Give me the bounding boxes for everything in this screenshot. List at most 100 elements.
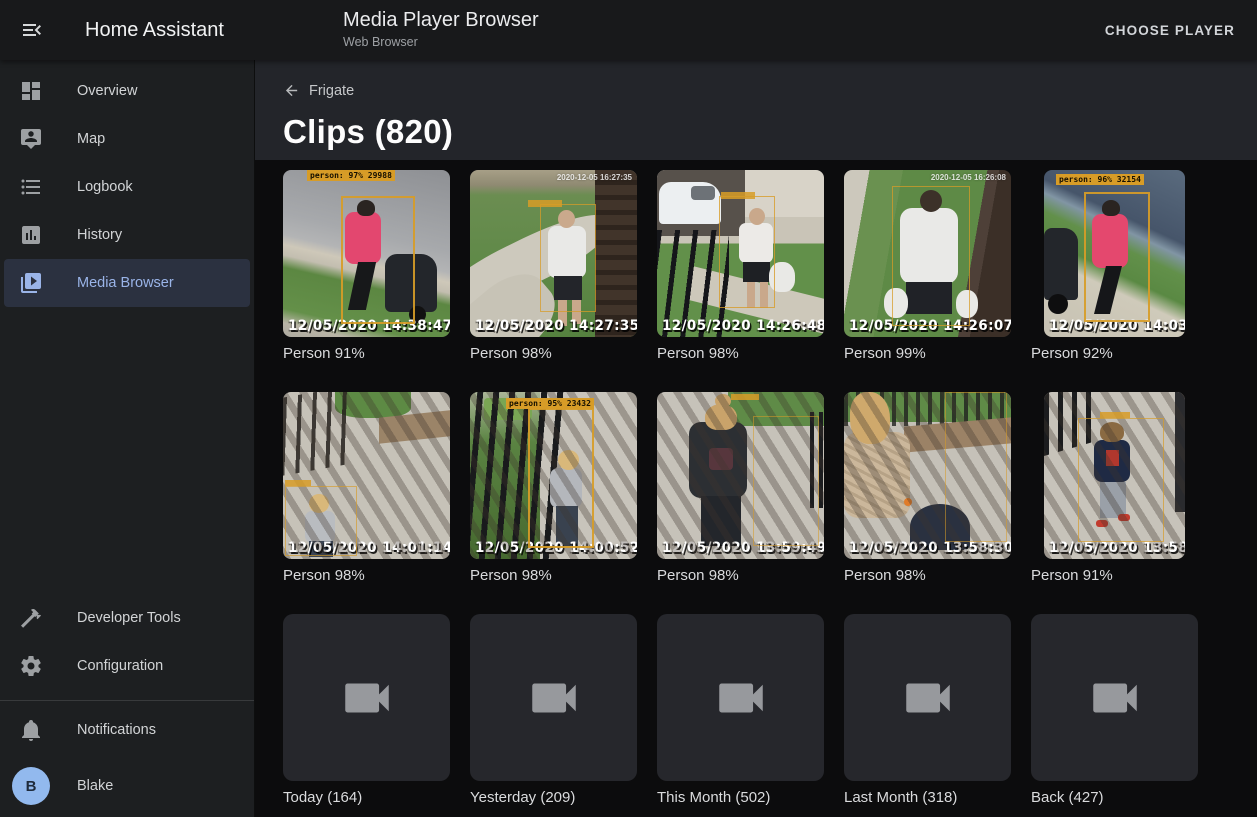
folder-caption: Back (427) (1031, 789, 1198, 806)
clip-caption: Person 98% (470, 345, 637, 362)
sidebar-item-profile[interactable]: B Blake (0, 759, 254, 813)
folder-card-today[interactable]: Today (164) (283, 614, 450, 806)
video-camera-icon (899, 669, 957, 727)
detection-label (721, 192, 755, 199)
detection-label (528, 200, 562, 207)
detection-bbox (719, 196, 775, 308)
folder-caption: Yesterday (209) (470, 789, 637, 806)
clip-card[interactable]: person: 97% 29988 12/05/2020 14:38:47 Pe… (283, 170, 450, 362)
sidebar-item-configuration[interactable]: Configuration (0, 642, 254, 690)
sidebar-item-logbook[interactable]: Logbook (0, 163, 254, 211)
detection-bbox (753, 416, 819, 546)
sidebar-item-label: History (77, 227, 122, 243)
detection-bbox (285, 486, 357, 556)
list-bulleted-icon (19, 175, 43, 199)
page-title: Clips (820) (283, 113, 1257, 151)
clip-thumbnail: person: 97% 29988 12/05/2020 14:38:47 (283, 170, 450, 337)
clip-thumbnail: 2020-12-05 16:26:08 12/05/2020 14:26:07 (844, 170, 1011, 337)
video-camera-icon (525, 669, 583, 727)
detection-label (1100, 412, 1130, 418)
clip-card[interactable]: 2020-12-05 16:27:35 12/05/2020 14:27:35 … (470, 170, 637, 362)
folder-tile (470, 614, 637, 781)
clip-card[interactable]: 12/05/2020 14:26:48 Person 98% (657, 170, 824, 362)
folder-tile (844, 614, 1011, 781)
arrow-left-icon (283, 82, 300, 99)
clip-card[interactable]: 12/05/2020 13:59:49 Person 98% (657, 392, 824, 584)
clip-card[interactable]: person: 95% 23432 12/05/2020 14:00:52 Pe… (470, 392, 637, 584)
detection-bbox (1084, 192, 1150, 322)
folder-card-this-month[interactable]: This Month (502) (657, 614, 824, 806)
folder-caption: Today (164) (283, 789, 450, 806)
clip-timestamp: 12/05/2020 14:27:35 (475, 318, 637, 335)
clip-caption: Person 98% (283, 567, 450, 584)
clip-thumbnail: 12/05/2020 13:58:17 (1044, 392, 1185, 559)
detection-bbox (528, 408, 594, 548)
clip-caption: Person 92% (1031, 345, 1198, 362)
sidebar-item-history[interactable]: History (0, 211, 254, 259)
sidebar-item-label: Map (77, 131, 105, 147)
camera-osd-timestamp: 2020-12-05 16:26:08 (931, 173, 1006, 182)
clip-caption: Person 98% (844, 567, 1011, 584)
clip-card[interactable]: 2020-12-05 16:26:08 12/05/2020 14:26:07 … (844, 170, 1011, 362)
media-player-browser-title: Media Player Browser Web Browser (343, 9, 539, 49)
sidebar-bottom: Developer Tools Configuration Notificati… (0, 594, 254, 817)
sidebar-item-map[interactable]: Map (0, 115, 254, 163)
sidebar-item-label: Logbook (77, 179, 133, 195)
camera-osd-timestamp: 2020-12-05 16:27:35 (557, 173, 632, 182)
clip-thumbnail: 12/05/2020 13:59:49 (657, 392, 824, 559)
clip-card[interactable]: person: 96% 32154 12/05/2020 14:03:17 Pe… (1031, 170, 1198, 362)
sidebar-spacer (0, 307, 254, 594)
detection-label (285, 480, 311, 486)
sidebar-item-developer-tools[interactable]: Developer Tools (0, 594, 254, 642)
clip-timestamp: 12/05/2020 13:58:17 (1049, 540, 1185, 557)
menu-open-icon[interactable] (14, 12, 50, 48)
breadcrumb-back[interactable]: Frigate (283, 82, 354, 99)
sidebar: Overview Map Logbook History Media Brows… (0, 60, 255, 817)
account-tooltip-icon (19, 127, 43, 151)
clip-caption: Person 98% (657, 567, 824, 584)
sidebar-item-notifications[interactable]: Notifications (0, 701, 254, 759)
clip-caption: Person 98% (657, 345, 824, 362)
video-camera-icon (1086, 669, 1144, 727)
media-browser-header: Frigate Clips (820) (255, 60, 1257, 160)
detection-bbox (945, 392, 1007, 542)
clip-card[interactable]: 12/05/2020 13:58:30 Person 98% (844, 392, 1011, 584)
dialog-subtitle: Web Browser (343, 35, 539, 49)
clip-thumbnail: 12/05/2020 13:58:30 (844, 392, 1011, 559)
clips-grid: person: 97% 29988 12/05/2020 14:38:47 Pe… (255, 160, 1257, 806)
clip-caption: Person 91% (1031, 567, 1198, 584)
choose-player-button[interactable]: CHOOSE PLAYER (1095, 14, 1245, 46)
clip-thumbnail: 12/05/2020 14:26:48 (657, 170, 824, 337)
clip-card[interactable]: 12/05/2020 13:58:17 Person 91% (1031, 392, 1198, 584)
bell-icon (19, 718, 43, 742)
clip-caption: Person 91% (283, 345, 450, 362)
app-title: Home Assistant (85, 0, 224, 60)
app-header: Home Assistant Media Player Browser Web … (0, 0, 1257, 60)
detection-bbox (892, 186, 970, 326)
sidebar-item-overview[interactable]: Overview (0, 67, 254, 115)
sidebar-item-label: Overview (77, 83, 137, 99)
hammer-icon (19, 606, 43, 630)
sidebar-item-label: Notifications (77, 722, 156, 738)
video-camera-icon (338, 669, 396, 727)
sidebar-item-label: Media Browser (77, 275, 174, 291)
folder-card-yesterday[interactable]: Yesterday (209) (470, 614, 637, 806)
sidebar-item-media-browser[interactable]: Media Browser (4, 259, 250, 307)
clip-timestamp: 12/05/2020 13:58:30 (849, 540, 1011, 557)
clip-thumbnail: person: 96% 32154 12/05/2020 14:03:17 (1044, 170, 1185, 337)
view-dashboard-icon (19, 79, 43, 103)
detection-bbox (1078, 418, 1164, 542)
clip-timestamp: 12/05/2020 14:26:48 (662, 318, 824, 335)
folder-caption: Last Month (318) (844, 789, 1011, 806)
folder-card-last-month[interactable]: Last Month (318) (844, 614, 1011, 806)
avatar: B (12, 767, 50, 805)
folder-card-back[interactable]: Back (427) (1031, 614, 1198, 806)
clip-card[interactable]: 12/05/2020 14:01:14 Person 98% (283, 392, 450, 584)
user-name: Blake (77, 778, 113, 794)
clip-thumbnail: 2020-12-05 16:27:35 12/05/2020 14:27:35 (470, 170, 637, 337)
media-browser-content: Frigate Clips (820) person: 97% 29988 12… (255, 60, 1257, 817)
detection-label: person: 95% 23432 (506, 398, 594, 409)
detection-bbox (540, 204, 596, 312)
sidebar-item-label: Configuration (77, 658, 163, 674)
clip-thumbnail: 12/05/2020 14:01:14 (283, 392, 450, 559)
